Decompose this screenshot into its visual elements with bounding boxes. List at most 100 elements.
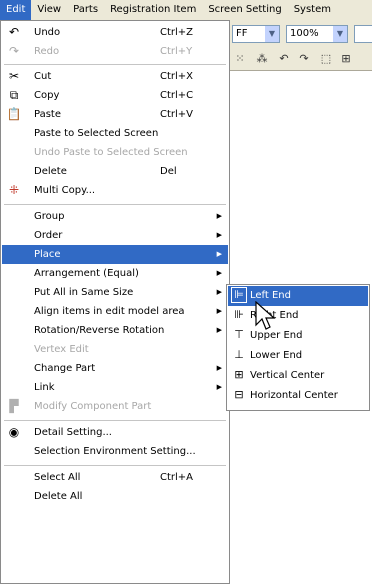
shortcut-label: Ctrl+Y [160,46,193,57]
menu-item-selection-environment-setting[interactable]: Selection Environment Setting... [2,442,228,461]
grid-icon[interactable]: ⁙ [232,52,248,66]
menu-item-delete-all[interactable]: Delete All [2,487,228,506]
chevron-down-icon[interactable]: ▼ [265,26,279,42]
color-combo[interactable]: FF ▼ [232,25,280,43]
menu-item-change-part[interactable]: Change Part ▶ [2,359,228,378]
menu-item-label: Redo [34,46,60,57]
menu-item-group[interactable]: Group ▶ [2,207,228,226]
separator [4,204,226,205]
menu-item-arrangement-equal[interactable]: Arrangement (Equal) ▶ [2,264,228,283]
pin-icon[interactable]: ⁂ [254,52,270,66]
shortcut-label: Ctrl+A [160,472,194,483]
color-combo-value: FF [236,28,248,39]
align-hcenter-icon: ⊟ [234,388,244,401]
menu-item-copy[interactable]: ⧉ Copy Ctrl+C [2,86,228,105]
menu-item-undo-paste-to-selected-screen[interactable]: Undo Paste to Selected Screen [2,143,228,162]
copy-icon: ⧉ [9,88,19,102]
shortcut-label: Ctrl+C [160,90,194,101]
zoom-combo-value: 100% [290,28,319,39]
menu-registration-item[interactable]: Registration Item [104,0,202,20]
menu-item-order[interactable]: Order ▶ [2,226,228,245]
undo-icon: ↶ [8,25,20,39]
submenu-arrow-icon: ▶ [216,307,222,315]
submenu-arrow-icon: ▶ [216,326,222,334]
menu-item-label: Detail Setting... [34,427,112,438]
menu-item-label: Align items in edit model area [34,306,185,317]
menu-screen-setting[interactable]: Screen Setting [202,0,287,20]
chevron-down-icon[interactable]: ▼ [333,26,347,42]
menu-item-modify-component-part[interactable]: ▛ Modify Component Part [2,397,228,416]
menu-item-select-all[interactable]: Select All Ctrl+A [2,468,228,487]
menu-item-label: Undo Paste to Selected Screen [34,147,188,158]
menu-item-label: Arrangement (Equal) [34,268,139,279]
multi-copy-icon: ⁜ [8,183,20,197]
menu-item-label: Undo [34,27,61,38]
submenu-item-lower-end[interactable]: ⊥ Lower End [228,346,368,366]
menu-item-put-all-in-same-size[interactable]: Put All in Same Size ▶ [2,283,228,302]
menu-item-label: Select All [34,472,81,483]
menu-item-multi-copy[interactable]: ⁜ Multi Copy... [2,181,228,200]
menu-item-paste[interactable]: 📋 Paste Ctrl+V [2,105,228,124]
undo-icon[interactable]: ↶ [276,52,292,66]
menu-item-label: Delete [34,166,67,177]
menu-system[interactable]: System [288,0,337,20]
menu-item-label: Multi Copy... [34,185,96,196]
align-top-icon: ⊤ [234,328,244,341]
menu-item-detail-setting[interactable]: ◉ Detail Setting... [2,423,228,442]
menu-edit[interactable]: Edit [0,0,32,20]
menu-item-label: Cut [34,71,52,82]
arrange-icon[interactable]: ⊞ [338,52,354,66]
menu-item-cut[interactable]: ✂ Cut Ctrl+X [2,67,228,86]
shortcut-label: Del [160,166,177,177]
third-combo[interactable] [354,25,372,43]
menu-item-label: Selection Environment Setting... [34,446,196,457]
submenu-item-horizontal-center[interactable]: ⊟ Horizontal Center [228,386,368,406]
menu-item-rotation[interactable]: Rotation/Reverse Rotation ▶ [2,321,228,340]
menu-item-label: Modify Component Part [34,401,152,412]
menu-item-undo[interactable]: ↶ Undo Ctrl+Z [2,23,228,42]
menu-item-delete[interactable]: Delete Del [2,162,228,181]
zoom-combo[interactable]: 100% ▼ [286,25,348,43]
submenu-arrow-icon: ▶ [216,364,222,372]
redo-icon[interactable]: ↷ [296,52,312,66]
edit-menu: ↶ Undo Ctrl+Z ↷ Redo Ctrl+Y ✂ Cut Ctrl+X… [0,20,230,584]
menu-item-label: Change Part [34,363,96,374]
menu-view[interactable]: View [31,0,67,20]
submenu-arrow-icon: ▶ [216,288,222,296]
submenu-item-label: Vertical Center [250,370,325,381]
shortcut-label: Ctrl+V [160,109,194,120]
menu-item-place[interactable]: Place ▶ [2,245,228,264]
menu-item-label: Paste [34,109,61,120]
submenu-arrow-icon: ▶ [216,212,222,220]
align-bottom-icon: ⊥ [234,348,244,361]
align-left-icon: ⊫ [231,287,247,303]
menu-item-link[interactable]: Link ▶ [2,378,228,397]
scissors-icon: ✂ [8,69,20,83]
submenu-item-left-end[interactable]: ⊫ Left End [228,286,368,306]
align-right-icon: ⊪ [234,308,244,321]
menu-item-align-items[interactable]: Align items in edit model area ▶ [2,302,228,321]
mouse-cursor-icon [255,301,276,330]
menu-item-label: Put All in Same Size [34,287,134,298]
shortcut-label: Ctrl+Z [160,27,194,38]
place-submenu: ⊫ Left End ⊪ Right End ⊤ Upper End ⊥ Low… [226,284,370,411]
menu-item-redo[interactable]: ↷ Redo Ctrl+Y [2,42,228,61]
menu-item-paste-to-selected-screen[interactable]: Paste to Selected Screen [2,124,228,143]
menu-item-vertex-edit[interactable]: Vertex Edit [2,340,228,359]
submenu-item-right-end[interactable]: ⊪ Right End [228,306,368,326]
menu-parts[interactable]: Parts [67,0,104,20]
submenu-arrow-icon: ▶ [216,250,222,258]
menu-item-label: Link [34,382,55,393]
submenu-item-upper-end[interactable]: ⊤ Upper End [228,326,368,346]
align-vcenter-icon: ⊞ [234,368,244,381]
menu-item-label: Rotation/Reverse Rotation [34,325,165,336]
submenu-item-label: Horizontal Center [250,390,338,401]
menubar: Edit View Parts Registration Item Screen… [0,0,372,21]
separator [4,64,226,65]
submenu-arrow-icon: ▶ [216,269,222,277]
select-tool-icon[interactable]: ⬚ [318,52,334,66]
submenu-item-vertical-center[interactable]: ⊞ Vertical Center [228,366,368,386]
submenu-arrow-icon: ▶ [216,231,222,239]
menu-item-label: Vertex Edit [34,344,89,355]
menu-item-label: Paste to Selected Screen [34,128,159,139]
